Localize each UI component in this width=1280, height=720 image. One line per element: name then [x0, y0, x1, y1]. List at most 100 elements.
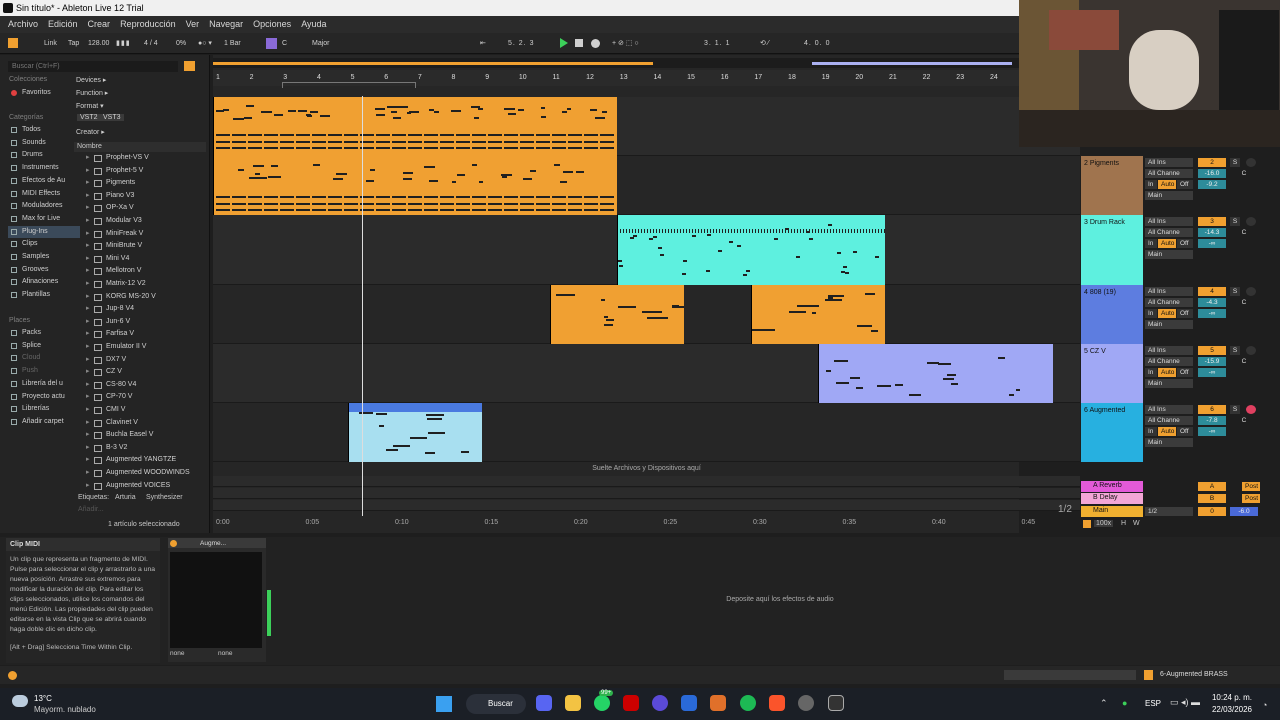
filter-devices[interactable]: Devices ▸ — [76, 76, 106, 84]
place-item[interactable]: Librerías — [8, 403, 80, 415]
track-volume[interactable]: -16.0 — [1198, 169, 1226, 178]
plugin-item[interactable]: ▸ Modular V3 — [76, 215, 206, 228]
solo-button[interactable]: S — [1230, 405, 1240, 414]
plugin-item[interactable]: ▸ DX7 V — [76, 354, 206, 367]
quantize-select[interactable]: 1 Bar — [224, 38, 241, 49]
record-arm-button[interactable] — [1246, 158, 1256, 167]
input-channel-select[interactable]: All Channe — [1145, 228, 1193, 237]
loop-start[interactable]: 3. 1. 1 — [704, 38, 730, 49]
expand-arrow-icon[interactable]: ▸ — [86, 454, 90, 467]
browser-search-input[interactable]: Buscar (Ctrl+F) — [8, 61, 178, 72]
track-activator[interactable]: 2 — [1198, 158, 1226, 167]
network-volume-icons[interactable]: ▭ ◂) ▬ — [1170, 697, 1200, 708]
input-type-select[interactable]: All Ins — [1145, 346, 1193, 355]
track-select-icon[interactable] — [1144, 670, 1153, 680]
solo-button[interactable]: S — [1230, 217, 1240, 226]
weather-icon[interactable] — [12, 695, 28, 707]
plugin-item[interactable]: ▸ Piano V3 — [76, 190, 206, 203]
chain-select-2[interactable]: none — [218, 650, 232, 657]
song-position[interactable]: 5. 2. 3 — [508, 38, 534, 49]
track-activator[interactable]: 3 — [1198, 217, 1226, 226]
return-header[interactable]: B Delay — [1081, 493, 1143, 504]
overdub-icon[interactable]: + ⊘ ⬚ ○ — [612, 38, 639, 49]
solo-button[interactable]: S — [1230, 346, 1240, 355]
midi-clip-drums[interactable] — [617, 215, 885, 285]
plugin-item[interactable]: ▸ Mini V4 — [76, 253, 206, 266]
monitor-in-button[interactable]: In — [1145, 427, 1157, 436]
monitor-auto-button[interactable]: Auto — [1158, 239, 1176, 248]
pan-knob[interactable]: C — [1230, 228, 1258, 237]
expand-arrow-icon[interactable]: ▸ — [86, 480, 90, 493]
monitor-off-button[interactable]: Off — [1177, 368, 1193, 377]
place-item[interactable]: Librería del u — [8, 378, 80, 390]
category-item[interactable]: Plantillas — [8, 289, 80, 301]
midi-clip-808[interactable] — [751, 285, 885, 344]
app-icon-gray[interactable] — [798, 695, 814, 711]
category-item[interactable]: Drums — [8, 149, 80, 161]
monitor-off-button[interactable]: Off — [1177, 427, 1193, 436]
format-tag-vst2[interactable]: VST2 — [77, 114, 101, 121]
plugin-item[interactable]: ▸ B-3 V2 — [76, 442, 206, 455]
plugin-item[interactable]: ▸ KORG MS-20 V — [76, 291, 206, 304]
track-activator[interactable]: 5 — [1198, 346, 1226, 355]
plugin-item[interactable]: ▸ Prophet-VS V — [76, 152, 206, 165]
filter-function[interactable]: Function ▸ — [76, 89, 108, 97]
expand-arrow-icon[interactable]: ▸ — [86, 291, 90, 304]
mini-overview[interactable] — [1004, 670, 1136, 680]
plugin-item[interactable]: ▸ Matrix-12 V2 — [76, 278, 206, 291]
track-header[interactable]: 6 Augmented — [1081, 403, 1143, 462]
expand-arrow-icon[interactable]: ▸ — [86, 165, 90, 178]
time-ruler[interactable] — [213, 516, 1080, 530]
pan-knob[interactable]: C — [1230, 357, 1258, 366]
device-on-icon[interactable] — [170, 539, 177, 547]
monitor-in-button[interactable]: In — [1145, 368, 1157, 377]
return-activator[interactable]: B — [1198, 494, 1226, 503]
tag-synthesizer[interactable]: Synthesizer — [146, 494, 183, 501]
midi-clip-808[interactable] — [550, 285, 684, 344]
record-arm-button[interactable] — [1246, 346, 1256, 355]
expand-arrow-icon[interactable]: ▸ — [86, 228, 90, 241]
category-item[interactable]: Plug-Ins — [8, 225, 80, 238]
loop-brace[interactable] — [282, 82, 416, 88]
category-item[interactable]: Efectos de Au — [8, 175, 80, 187]
track-header[interactable]: 2 Pigments — [1081, 156, 1143, 215]
record-arm-button[interactable] — [1246, 287, 1256, 296]
midi-clip-augmented[interactable] — [348, 403, 482, 462]
category-item[interactable]: Samples — [8, 251, 80, 263]
send-a[interactable]: -∞ — [1198, 368, 1226, 377]
menu-edicion[interactable]: Edición — [44, 16, 82, 33]
favorites-item[interactable]: Favoritos — [8, 87, 80, 99]
mic-icon[interactable]: ● — [1122, 698, 1127, 708]
solo-button[interactable]: S — [1230, 158, 1240, 167]
pan-knob[interactable]: C — [1230, 416, 1258, 425]
plugin-item[interactable]: ▸ Jup-8 V4 — [76, 303, 206, 316]
pan-knob[interactable]: C — [1230, 298, 1258, 307]
expand-arrow-icon[interactable]: ▸ — [86, 429, 90, 442]
category-item[interactable]: MIDI Effects — [8, 188, 80, 200]
output-select[interactable]: Main — [1145, 438, 1193, 447]
track-lane[interactable] — [213, 403, 1080, 462]
link-button[interactable]: Link — [44, 38, 57, 49]
key-select[interactable]: C — [282, 38, 287, 49]
expand-arrow-icon[interactable]: ▸ — [86, 379, 90, 392]
category-item[interactable]: Instruments — [8, 162, 80, 174]
place-item[interactable]: Push — [8, 365, 80, 377]
monitor-auto-button[interactable]: Auto — [1158, 180, 1176, 189]
output-select[interactable]: Main — [1145, 191, 1193, 200]
menu-crear[interactable]: Crear — [84, 16, 115, 33]
pan-knob[interactable]: C — [1230, 169, 1258, 178]
track-activator[interactable]: 6 — [1198, 405, 1226, 414]
track-header[interactable]: 5 CZ V — [1081, 344, 1143, 403]
w-button[interactable]: W — [1133, 520, 1140, 527]
return-lane[interactable] — [213, 488, 1080, 499]
track-volume[interactable]: -14.3 — [1198, 228, 1226, 237]
record-button[interactable] — [591, 39, 600, 48]
expand-arrow-icon[interactable]: ▸ — [86, 190, 90, 203]
expand-arrow-icon[interactable]: ▸ — [86, 328, 90, 341]
category-item[interactable]: Sounds — [8, 137, 80, 149]
expand-arrow-icon[interactable]: ▸ — [86, 265, 90, 278]
follow-icon[interactable]: ⇤ — [480, 38, 486, 49]
expand-arrow-icon[interactable]: ▸ — [86, 215, 90, 228]
category-item[interactable]: Afinaciones — [8, 276, 80, 288]
return-activator[interactable]: A — [1198, 482, 1226, 491]
